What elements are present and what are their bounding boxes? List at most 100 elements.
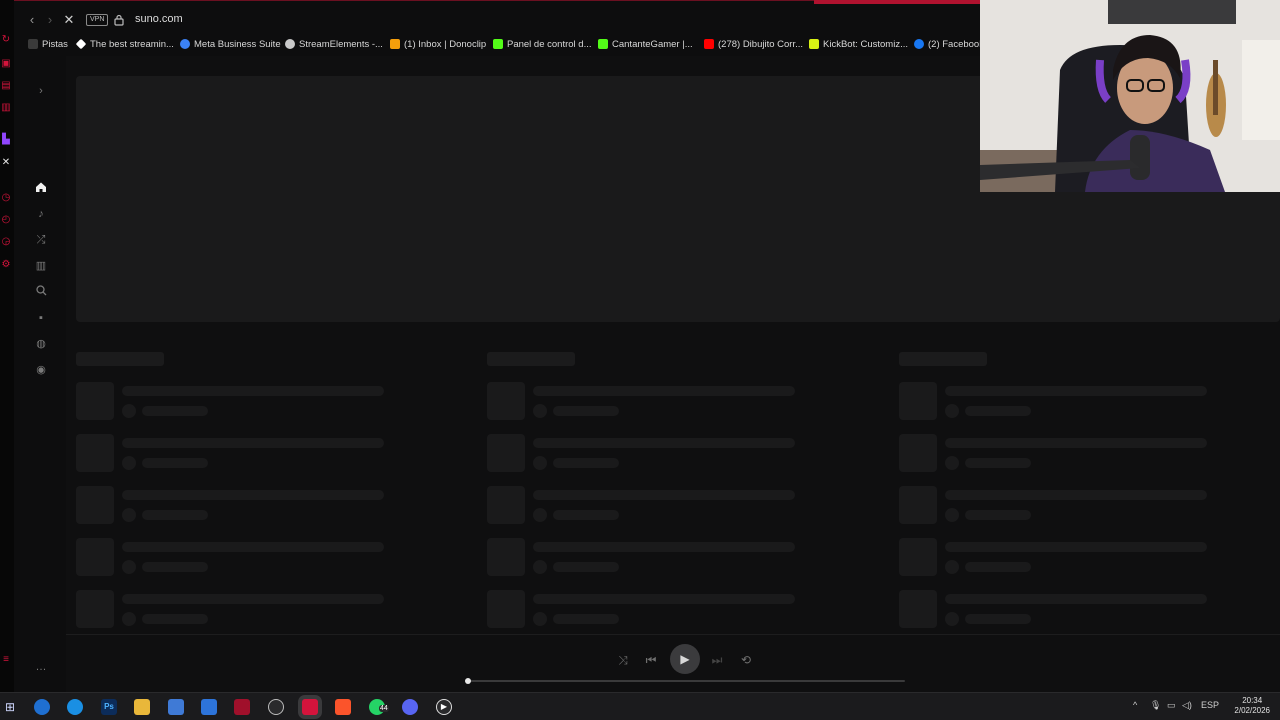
stream-dock-strip: ↻ ▣ ▤ ▥ ▙ ✕ ◷ ◴ ◶ ⚙ ≡ — [0, 0, 14, 692]
chevron-right-icon[interactable]: › — [34, 84, 48, 98]
subtitle-line-skeleton — [142, 510, 208, 520]
mail-icon[interactable] — [201, 699, 217, 715]
section-title-skeleton — [76, 352, 164, 366]
player-bar: ⤨ ⏮ ▶ ⏭ ⟲ — [66, 634, 1280, 692]
bookmark-item[interactable]: KickBot: Customiz... — [809, 35, 908, 53]
record-icon[interactable]: ≡ — [0, 654, 12, 666]
subtitle-line-skeleton — [553, 458, 619, 468]
bookmark-label: StreamElements -... — [299, 38, 383, 50]
meta-icon — [180, 39, 190, 49]
microphone-icon[interactable]: 🎙 — [1150, 700, 1161, 711]
subtitle-line-skeleton — [553, 614, 619, 624]
lock-icon[interactable] — [114, 13, 126, 27]
more-icon[interactable]: … — [34, 660, 48, 674]
title-line-skeleton — [945, 386, 1207, 396]
thumbnail-skeleton — [899, 434, 937, 472]
photoshop-icon[interactable]: Ps — [101, 699, 117, 715]
subtitle-line-skeleton — [142, 562, 208, 572]
layers-icon[interactable]: ▤ — [0, 80, 12, 92]
edge-icon[interactable] — [67, 699, 83, 715]
thumbnail-skeleton — [899, 486, 937, 524]
whatsapp-icon[interactable]: 44 — [369, 699, 389, 715]
windows-start-icon[interactable]: ⊞ — [2, 699, 18, 715]
library-icon[interactable]: ▥ — [34, 259, 48, 273]
stream-app-icon[interactable] — [234, 699, 250, 715]
twitch-icon[interactable]: ▙ — [0, 134, 12, 146]
title-line-skeleton — [122, 542, 384, 552]
thumbnail-skeleton — [76, 382, 114, 420]
history-icon[interactable]: ◴ — [0, 214, 12, 226]
media-player-icon[interactable]: ▶ — [436, 699, 452, 715]
brave-icon[interactable] — [335, 699, 351, 715]
chat-icon[interactable]: ▥ — [0, 102, 12, 114]
settings-icon[interactable]: ⚙ — [0, 259, 12, 271]
file-explorer-icon[interactable] — [134, 699, 150, 715]
tray-chevron-icon[interactable]: ^ — [1133, 700, 1137, 710]
bookmark-item[interactable]: The best streamin... — [75, 35, 174, 53]
avatar-skeleton — [945, 404, 959, 418]
progress-knob[interactable] — [465, 678, 471, 684]
x-icon[interactable]: ✕ — [0, 157, 12, 169]
thumbnail-skeleton — [76, 590, 114, 628]
search-icon[interactable] — [34, 285, 48, 299]
title-line-skeleton — [533, 594, 795, 604]
clock[interactable]: 20:34 2/02/2026 — [1234, 696, 1270, 716]
discord-icon[interactable] — [402, 699, 418, 715]
windows-taskbar: ⊞ Ps 44 ▶ ^ 🎙 ▭ ◁) ESP 20:34 2/02/2026 — [0, 692, 1280, 720]
bookmark-label: CantanteGamer |... — [612, 38, 693, 50]
stop-loading-icon[interactable]: ✕ — [60, 11, 78, 29]
forward-icon[interactable]: › — [41, 11, 59, 29]
avatar-skeleton — [533, 560, 547, 574]
music-icon[interactable]: ♪ — [34, 207, 48, 221]
thumbnail-skeleton — [899, 382, 937, 420]
clock-icon[interactable]: ◷ — [0, 192, 12, 204]
back-icon[interactable]: ‹ — [23, 11, 41, 29]
broadcast-icon[interactable]: ◉ — [34, 363, 48, 377]
compass-icon[interactable]: ◍ — [34, 337, 48, 351]
store-icon[interactable] — [168, 699, 184, 715]
title-line-skeleton — [122, 594, 384, 604]
active-app-icon[interactable] — [302, 699, 318, 715]
volume-icon[interactable]: ◁) — [1182, 700, 1192, 711]
bookmark-item[interactable]: CantanteGamer |... — [598, 35, 693, 53]
webcam-overlay — [980, 0, 1280, 192]
alert-icon[interactable]: ◶ — [0, 236, 12, 248]
next-icon[interactable]: ⏭ — [709, 652, 725, 668]
language-indicator[interactable]: ESP — [1201, 700, 1219, 710]
clock-time: 20:34 — [1242, 696, 1263, 705]
title-line-skeleton — [122, 438, 384, 448]
play-button[interactable]: ▶ — [670, 644, 700, 674]
bookmark-item[interactable]: Pistas — [28, 35, 68, 53]
avatar-skeleton — [122, 508, 136, 522]
repeat-icon[interactable]: ⟲ — [738, 652, 754, 668]
avatar-skeleton — [533, 508, 547, 522]
search-icon[interactable] — [34, 699, 50, 715]
kick-icon — [493, 39, 503, 49]
thumbnail-skeleton — [76, 538, 114, 576]
share-icon[interactable]: ⤮ — [34, 233, 48, 247]
lock-icon[interactable]: ▪ — [34, 311, 48, 325]
camera-icon[interactable]: ▣ — [0, 58, 12, 70]
thumbnail-skeleton — [487, 382, 525, 420]
bookmark-item[interactable]: StreamElements -... — [285, 35, 383, 53]
streamelements-icon — [285, 39, 295, 49]
bookmark-item[interactable]: (278) Dibujito Corr... — [704, 35, 803, 53]
shuffle-icon[interactable]: ⤨ — [615, 652, 631, 668]
progress-bar[interactable] — [465, 678, 905, 684]
kick-icon — [598, 39, 608, 49]
url-text[interactable]: suno.com — [135, 13, 183, 25]
previous-icon[interactable]: ⏮ — [643, 652, 659, 668]
vpn-badge[interactable]: VPN — [86, 14, 109, 26]
bookmark-item[interactable]: (1) Inbox | Donoclip — [390, 35, 486, 53]
bookmark-item[interactable]: (2) Facebook — [914, 35, 980, 53]
notification-badge: 44 — [379, 705, 389, 712]
avatar-skeleton — [945, 508, 959, 522]
folder-icon — [28, 39, 38, 49]
obs-icon[interactable] — [268, 699, 284, 715]
refresh-icon[interactable]: ↻ — [0, 34, 12, 46]
network-icon[interactable]: ▭ — [1167, 700, 1176, 711]
bookmark-item[interactable]: Panel de control d... — [493, 35, 592, 53]
bookmark-item[interactable]: Meta Business Suite — [180, 35, 281, 53]
bookmark-label: The best streamin... — [90, 38, 174, 50]
home-icon[interactable] — [34, 181, 48, 195]
